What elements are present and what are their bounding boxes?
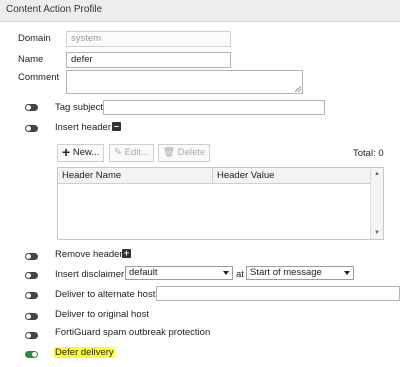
new-button[interactable]: + New... — [57, 144, 105, 162]
chevron-down-icon — [344, 271, 350, 275]
remove-header-label: Remove header — [55, 249, 123, 260]
tag-subject-label: Tag subject — [55, 102, 104, 113]
deliver-original-toggle[interactable] — [25, 313, 38, 320]
expand-icon[interactable]: + — [122, 249, 131, 258]
edit-button[interactable]: ✎ Edit... — [109, 144, 154, 162]
plus-icon: + — [62, 144, 71, 160]
column-header-value[interactable]: Header Value — [213, 168, 370, 184]
name-label: Name — [18, 54, 44, 65]
delete-button-label: Delete — [177, 147, 206, 158]
fortiguard-label: FortiGuard spam outbreak protection — [55, 327, 211, 338]
name-field[interactable]: defer — [66, 52, 231, 68]
defer-delivery-label: Defer delivery — [54, 347, 115, 358]
trash-icon: 🗑 — [163, 147, 176, 158]
insert-header-toggle[interactable] — [25, 125, 38, 132]
total-count: Total: 0 — [353, 148, 384, 159]
header-table: Header Name Header Value ▲ ▼ — [57, 167, 384, 240]
insert-disclaimer-label: Insert disclaimer — [55, 269, 125, 280]
resize-grip-icon[interactable] — [295, 86, 301, 92]
tag-subject-toggle[interactable] — [25, 104, 38, 111]
position-select-value: Start of message — [250, 267, 322, 278]
deliver-alternate-label: Deliver to alternate host — [55, 289, 156, 300]
fortiguard-toggle[interactable] — [25, 332, 38, 339]
delete-button[interactable]: 🗑 Delete — [158, 144, 211, 162]
comment-label: Comment — [18, 72, 60, 83]
chevron-down-icon — [223, 271, 229, 275]
domain-field: system — [66, 31, 231, 47]
insert-header-label: Insert header — [55, 122, 111, 133]
domain-label: Domain — [18, 33, 51, 44]
at-label: at — [236, 269, 244, 280]
remove-header-toggle[interactable] — [25, 253, 38, 260]
defer-delivery-toggle[interactable] — [25, 351, 38, 358]
disclaimer-position-select[interactable]: Start of message — [246, 266, 354, 280]
edit-button-label: Edit... — [124, 147, 149, 158]
insert-disclaimer-toggle[interactable] — [25, 272, 38, 279]
collapse-icon[interactable]: – — [112, 122, 121, 131]
deliver-alternate-toggle[interactable] — [25, 292, 38, 299]
scroll-down-icon[interactable]: ▼ — [374, 230, 380, 236]
table-header-row: Header Name Header Value — [58, 168, 370, 184]
pencil-icon: ✎ — [114, 147, 122, 158]
disclaimer-select[interactable]: default — [125, 266, 233, 280]
comment-textarea[interactable] — [66, 70, 303, 94]
window-title: Content Action Profile — [0, 0, 400, 22]
tag-subject-input[interactable] — [103, 100, 325, 115]
disclaimer-select-value: default — [129, 267, 158, 278]
alternate-host-input[interactable] — [156, 286, 400, 301]
column-header-name[interactable]: Header Name — [58, 168, 213, 184]
new-button-label: New... — [72, 147, 100, 158]
deliver-original-label: Deliver to original host — [55, 309, 149, 320]
table-scrollbar[interactable]: ▲ ▼ — [370, 168, 383, 239]
scroll-up-icon[interactable]: ▲ — [374, 171, 380, 177]
